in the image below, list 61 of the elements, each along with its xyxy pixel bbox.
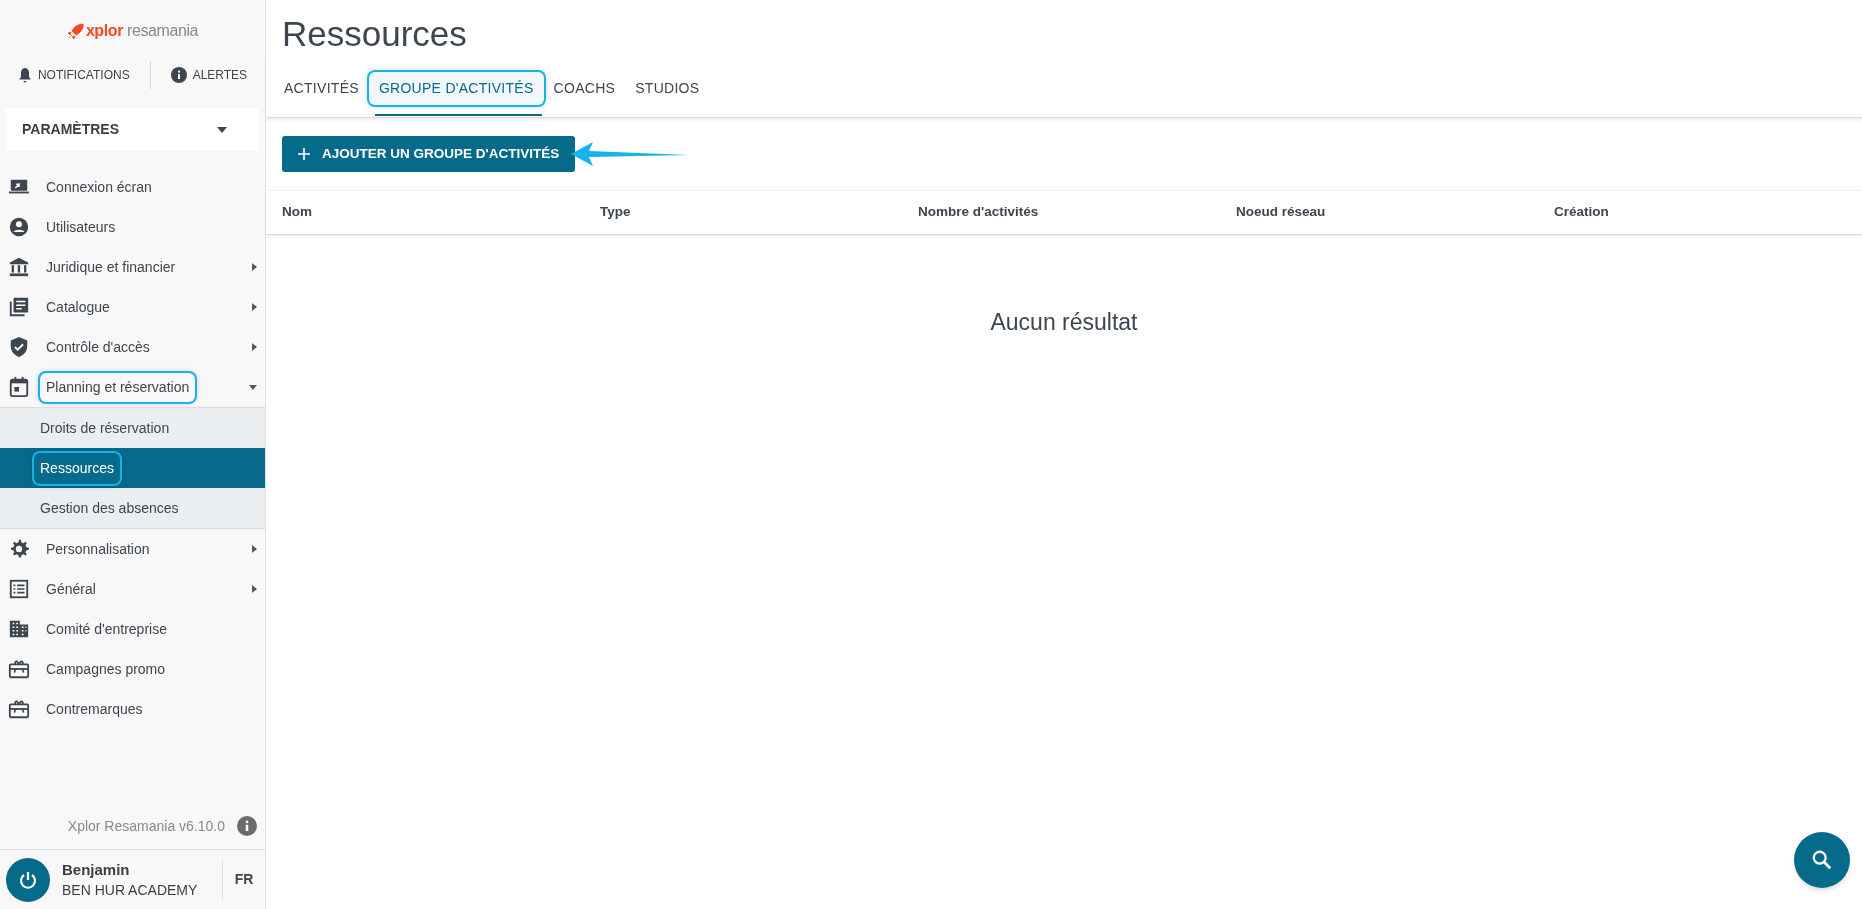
gift-card-icon xyxy=(8,698,30,720)
search-icon xyxy=(1811,849,1833,871)
power-icon xyxy=(18,869,38,890)
tab[interactable]: GROUPE D'ACTIVITÉS xyxy=(368,71,544,105)
menu-item[interactable]: Personnalisation xyxy=(0,529,265,569)
search-button[interactable] xyxy=(1794,832,1850,888)
caret-right-icon xyxy=(252,343,257,351)
empty-message: Aucun résultat xyxy=(990,308,1138,337)
menu-item[interactable]: Connexion écran xyxy=(0,167,265,207)
submenu-item[interactable]: Ressources xyxy=(0,448,265,488)
brand-logo-text: xplor xyxy=(85,21,123,41)
column-header: Nom xyxy=(282,203,313,222)
menu-item[interactable]: Comité d'entreprise xyxy=(0,609,265,649)
tab[interactable]: STUDIOS xyxy=(625,71,710,105)
menu-item[interactable]: Campagnes promo xyxy=(0,649,265,689)
info-icon xyxy=(237,816,257,836)
tab[interactable]: ACTIVITÉS xyxy=(274,71,369,105)
submenu-item[interactable]: Gestion des absences xyxy=(0,488,265,528)
menu-item[interactable]: Contremarques xyxy=(0,689,265,729)
gift-card-icon xyxy=(8,658,30,680)
tab[interactable]: COACHS xyxy=(543,71,626,105)
list-icon xyxy=(8,578,30,600)
gear-icon xyxy=(8,538,30,560)
caret-icon xyxy=(217,126,227,133)
library-books-icon xyxy=(8,296,30,318)
caret-right-icon xyxy=(252,303,257,311)
notifications-button[interactable]: NOTIFICATIONS xyxy=(5,59,142,91)
user-name: Benjamin xyxy=(62,859,131,880)
shield-check-icon xyxy=(8,336,30,358)
building-icon xyxy=(8,618,30,640)
menu-item[interactable]: Contrôle d'accès xyxy=(0,327,265,367)
caret-right-icon xyxy=(252,263,257,271)
rocket-icon xyxy=(66,23,85,39)
product-logo-text: resamania xyxy=(127,21,199,41)
caret-down-icon xyxy=(249,384,257,390)
version-text: Xplor Resamania v6.10.0 xyxy=(67,816,225,836)
section-dropdown[interactable]: PARAMÈTRES xyxy=(6,108,259,151)
bank-icon xyxy=(8,256,30,278)
menu-item[interactable]: Planning et réservation xyxy=(0,367,265,407)
menu-item[interactable]: Juridique et financier xyxy=(0,247,265,287)
alerts-button[interactable]: ALERTES xyxy=(158,59,260,91)
column-header: Création xyxy=(1554,203,1610,222)
organization-name: BEN HUR ACADEMY xyxy=(62,880,199,900)
page-title: Ressources xyxy=(281,13,468,55)
user-circle-icon xyxy=(8,216,30,238)
calendar-icon xyxy=(8,376,30,398)
language-button[interactable]: FR xyxy=(223,869,265,890)
submenu-item[interactable]: Droits de réservation xyxy=(0,408,265,448)
caret-right-icon xyxy=(252,545,257,553)
caret-right-icon xyxy=(252,585,257,593)
column-header: Nombre d'activités xyxy=(918,203,1040,222)
column-header: Type xyxy=(600,203,632,222)
bell-icon xyxy=(17,67,32,83)
column-header: Noeud réseau xyxy=(1236,203,1327,222)
menu-item[interactable]: Utilisateurs xyxy=(0,207,265,247)
menu-item[interactable]: Catalogue xyxy=(0,287,265,327)
logout-button[interactable] xyxy=(6,857,50,902)
menu-item[interactable]: Général xyxy=(0,569,265,609)
info-icon xyxy=(170,67,187,83)
add-group-button[interactable]: AJOUTER UN GROUPE D'ACTIVITÉS xyxy=(282,136,576,172)
plus-icon xyxy=(298,148,310,160)
